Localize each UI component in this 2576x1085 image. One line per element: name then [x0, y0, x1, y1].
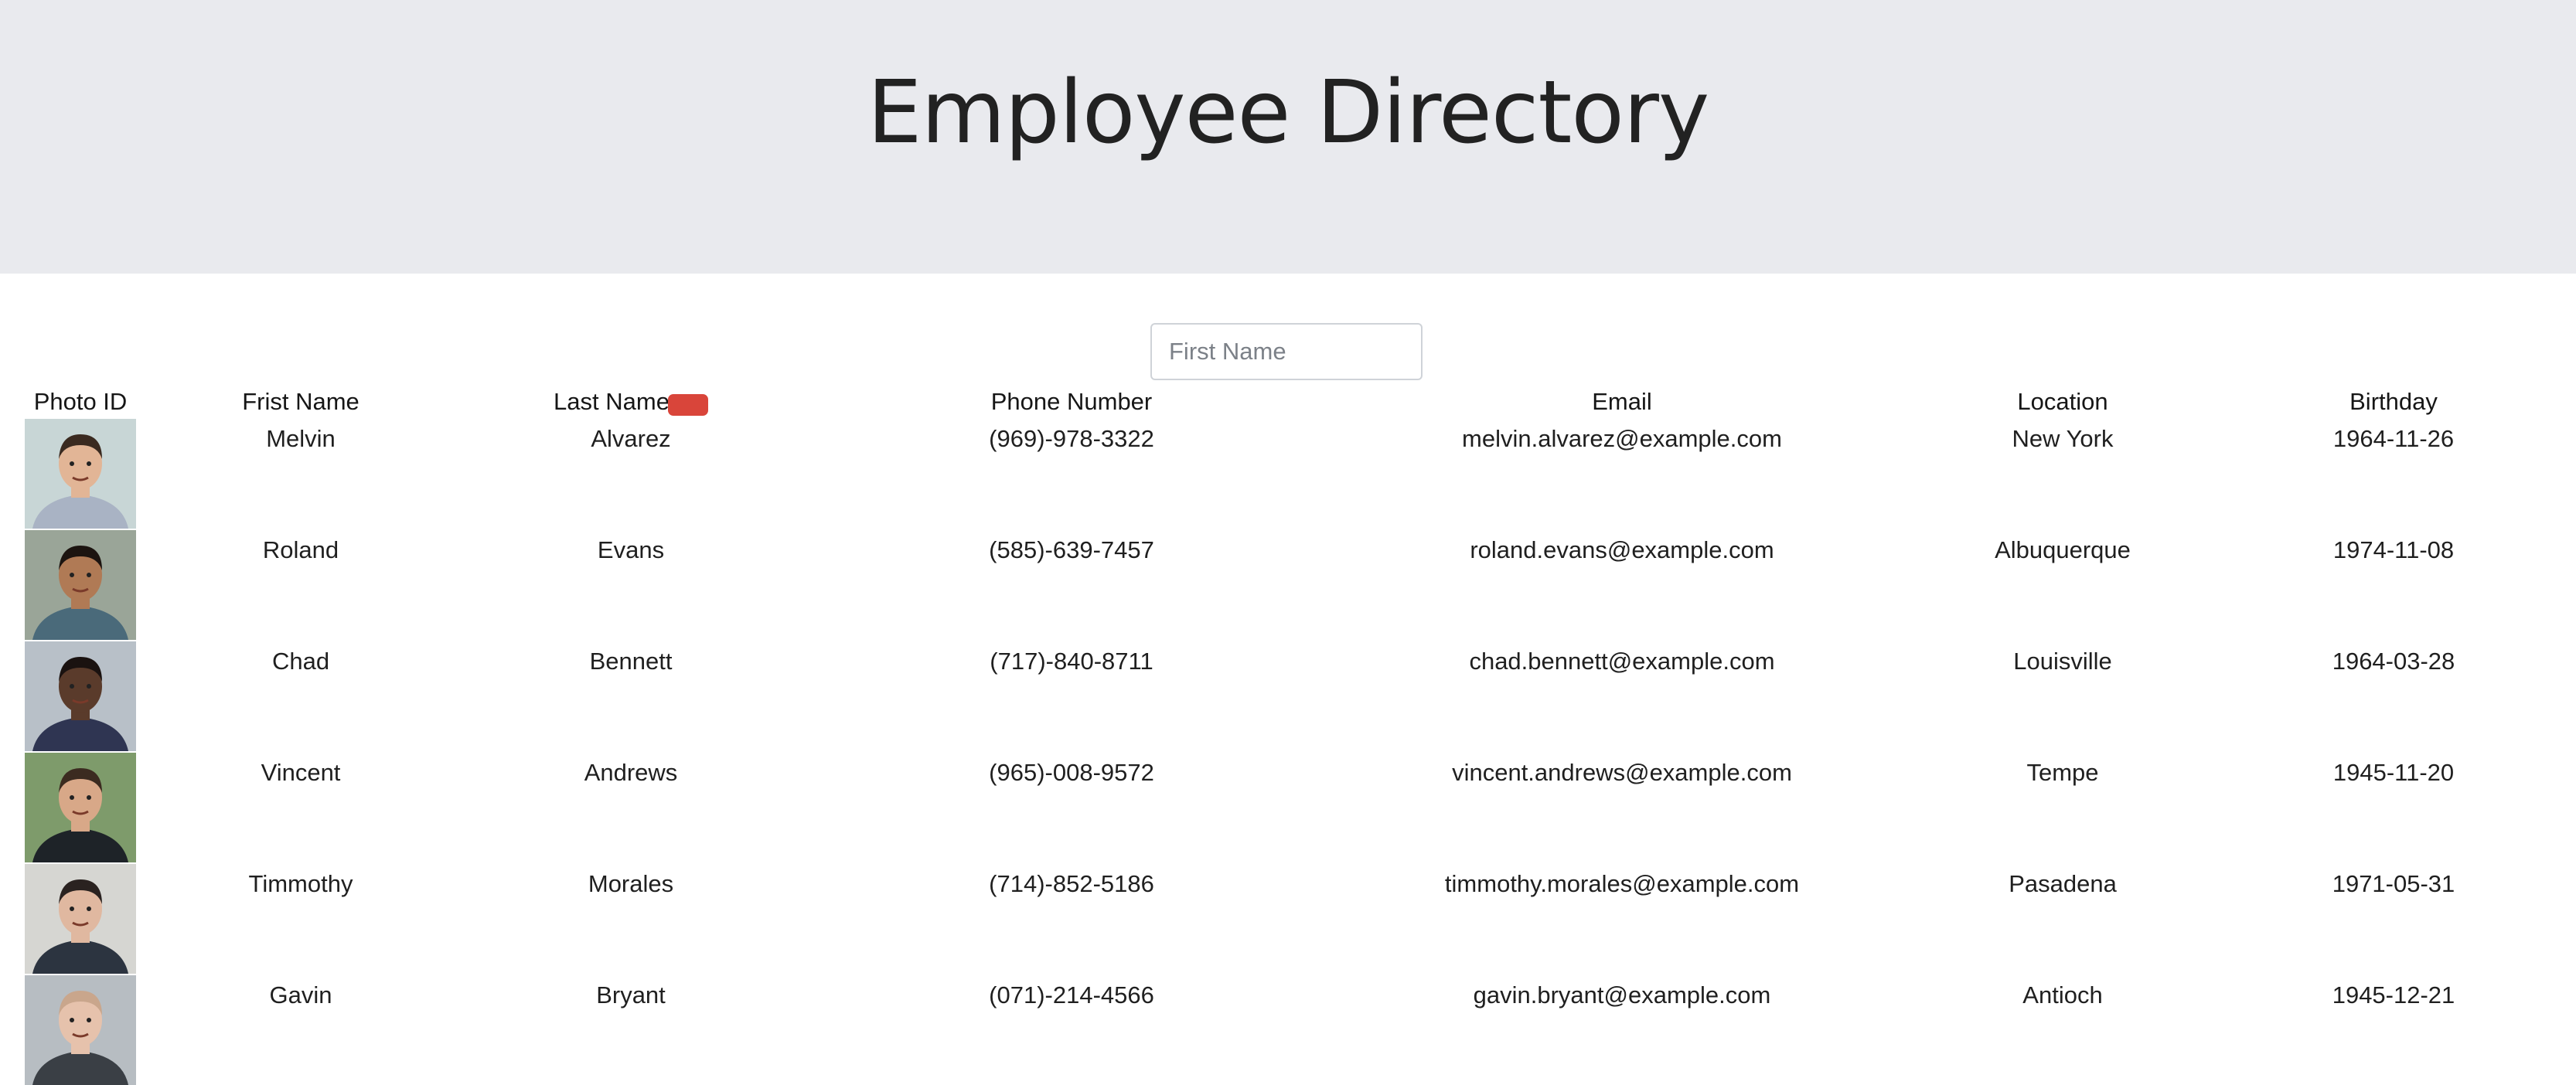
- location-cell: Louisville: [2013, 648, 2112, 675]
- location-cell: Tempe: [2026, 759, 2099, 786]
- first-name-cell: Gavin: [269, 981, 332, 1008]
- employee-photo: [25, 530, 136, 640]
- birthday-cell: 1945-11-20: [2332, 759, 2455, 786]
- birthday-cell: 1964-03-28: [2332, 648, 2455, 675]
- location-cell: Antioch: [2022, 981, 2103, 1008]
- birthday-cell: 1974-11-08: [2332, 536, 2455, 563]
- first-name-cell: Vincent: [261, 759, 341, 786]
- birthday-cell: 1971-05-31: [2332, 870, 2455, 897]
- first-name-cell: Chad: [271, 648, 330, 675]
- location-cell: Albuquerque: [1995, 536, 2131, 563]
- col-last-name[interactable]: Last Name: [554, 386, 670, 417]
- first-name-cell: Timmothy: [248, 870, 353, 897]
- last-name-cell: Andrews: [584, 759, 678, 786]
- employee-photo: [25, 641, 136, 751]
- employee-photo: [25, 419, 136, 529]
- col-phone-number: Phone Number: [990, 388, 1153, 415]
- last-name-cell: Morales: [588, 870, 674, 897]
- phone-cell: (714)-852-5186: [989, 870, 1154, 897]
- email-cell[interactable]: timmothy.morales@example.com: [1445, 869, 1799, 900]
- phone-cell: (717)-840-8711: [990, 648, 1153, 675]
- sort-icon[interactable]: [668, 394, 708, 416]
- email-cell[interactable]: chad.bennett@example.com: [1469, 646, 1774, 677]
- birthday-cell: 1945-12-21: [2332, 981, 2455, 1008]
- last-name-cell: Bryant: [596, 981, 666, 1008]
- first-name-cell: Roland: [262, 536, 339, 563]
- phone-cell: (071)-214-4566: [989, 981, 1154, 1008]
- email-cell[interactable]: roland.evans@example.com: [1470, 535, 1774, 566]
- col-location: Location: [2017, 388, 2108, 415]
- last-name-cell: Bennett: [589, 648, 673, 675]
- col-birthday: Birthday: [2349, 388, 2438, 415]
- page-title: Employee Directory: [867, 63, 1710, 163]
- email-cell[interactable]: gavin.bryant@example.com: [1474, 980, 1771, 1011]
- col-email: Email: [1592, 388, 1652, 415]
- email-cell[interactable]: vincent.andrews@example.com: [1452, 757, 1792, 788]
- first-name-search-input[interactable]: [1150, 323, 1423, 380]
- last-name-cell: Alvarez: [591, 425, 671, 452]
- col-photo-id: Photo ID: [33, 388, 128, 415]
- employee-photo: [25, 864, 136, 974]
- location-cell: New York: [2012, 425, 2114, 452]
- phone-cell: (585)-639-7457: [989, 536, 1154, 563]
- email-cell[interactable]: melvin.alvarez@example.com: [1462, 423, 1782, 454]
- last-name-cell: Evans: [597, 536, 665, 563]
- birthday-cell: 1964-11-26: [2332, 425, 2455, 452]
- employee-photo: [25, 975, 136, 1085]
- phone-cell: (965)-008-9572: [989, 759, 1154, 786]
- first-name-cell: Melvin: [266, 425, 336, 452]
- col-first-name[interactable]: Frist Name: [242, 386, 359, 417]
- phone-cell: (969)-978-3322: [989, 425, 1154, 452]
- employee-photo: [25, 753, 136, 862]
- page-header: Employee Directory: [0, 0, 2576, 274]
- location-cell: Pasadena: [2009, 870, 2117, 897]
